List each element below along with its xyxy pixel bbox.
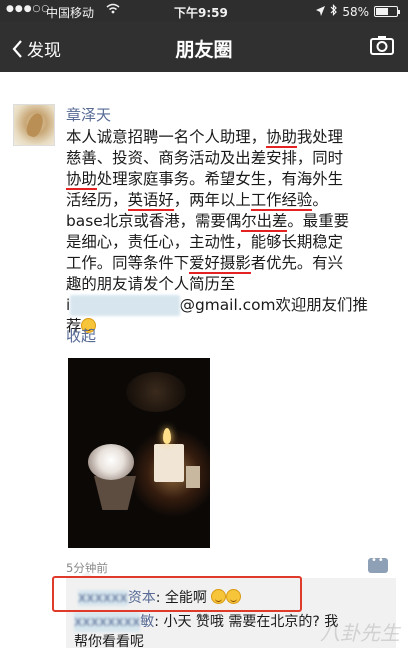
redacted-email: xxxxxxxxxxxx <box>70 295 180 316</box>
post-line: base北京或香港，需要偶尔出差。最重要 <box>66 212 349 232</box>
comment-menu-icon[interactable] <box>368 555 388 573</box>
post-line: 荐 <box>66 316 396 337</box>
post-line: 本人诚意招聘一名个人助理，协助我处理 <box>66 128 344 148</box>
post-line: 慈善、投资、商务活动及出差安排，同时 <box>66 149 344 167</box>
camera-icon[interactable] <box>370 35 394 59</box>
battery-percent: 58% <box>342 4 369 19</box>
comment-item[interactable]: xxxxxxxx敏: 小天 赞哦 需要在北京的? 我 帮你看看呢 <box>74 612 338 648</box>
carrier-name: 中国移动 <box>46 6 95 20</box>
post-line: 趣的朋友请发个人简历至 <box>66 275 236 293</box>
commenter-name[interactable]: 敏 <box>140 614 154 630</box>
comment-continued: 帮你看看呢 <box>74 634 144 648</box>
location-icon <box>316 5 326 19</box>
battery-icon <box>374 6 400 17</box>
post-line: 工作。同等条件下爱好摄影者优先。有兴 <box>66 254 344 274</box>
post-line: 协助处理家庭事务。希望女生，有海外生 <box>66 170 344 190</box>
signal-strength: ●●●○○ <box>6 4 51 14</box>
post-line: 活经历，英语好，两年以上工作经验。 <box>66 191 328 211</box>
collapse-link[interactable]: 收起 <box>66 325 96 346</box>
post-author[interactable]: 章泽天 <box>66 104 111 125</box>
post-photo[interactable] <box>68 358 210 548</box>
wifi-icon <box>106 3 120 17</box>
page-title: 朋友圈 <box>175 39 233 61</box>
nav-bar: 发现 朋友圈 <box>0 22 408 72</box>
highlight-frame <box>52 576 302 612</box>
status-bar: ●●●○○ 中国移动 下午9:59 58% <box>0 0 408 22</box>
redacted-commenter: xxxxxxxx <box>74 612 141 632</box>
clock: 下午9:59 <box>174 6 228 20</box>
watermark: 八卦先生 <box>320 621 400 645</box>
post-line: 是细心，责任心，主动性，能够长期稳定 <box>66 233 344 251</box>
bluetooth-icon <box>330 4 338 19</box>
post-body: 本人诚意招聘一名个人助理，协助我处理 慈善、投资、商务活动及出差安排，同时 协助… <box>66 127 396 337</box>
post-line: ixxxxxxxxxxxx@gmail.com欢迎朋友们推 <box>66 295 368 316</box>
avatar[interactable] <box>13 104 55 146</box>
